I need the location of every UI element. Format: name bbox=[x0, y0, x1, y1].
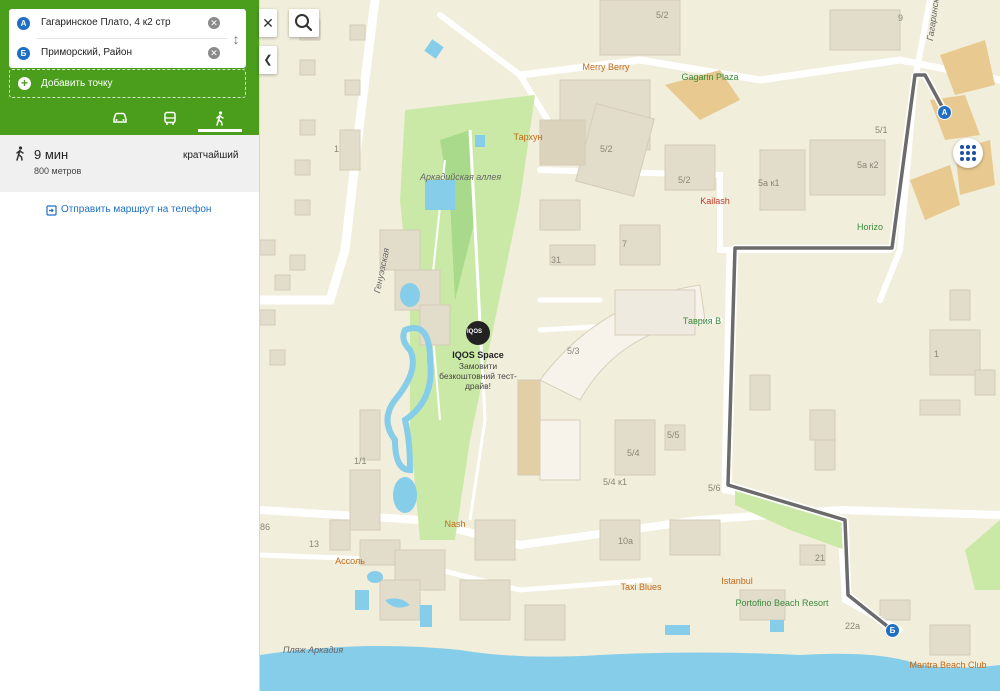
plus-icon: + bbox=[18, 77, 31, 90]
collapse-panel-button[interactable]: ❮ bbox=[259, 46, 277, 74]
building-number: 5/3 bbox=[567, 346, 580, 356]
route-end-marker[interactable]: Б bbox=[885, 623, 900, 638]
poi-nash[interactable]: Nash bbox=[444, 519, 465, 530]
poi-horizo[interactable]: Horizo bbox=[857, 222, 883, 233]
poi-tavria[interactable]: Таврия В bbox=[683, 316, 721, 327]
building-number: 1 bbox=[334, 144, 340, 154]
building-number: 5/5 bbox=[667, 430, 680, 440]
promo-text: Замовити безкоштовний тест-драйв! bbox=[439, 361, 517, 391]
mode-car-tab[interactable] bbox=[98, 106, 142, 132]
poi-iqos-space[interactable]: IQOS Space bbox=[452, 350, 504, 361]
building-number: 1 bbox=[934, 349, 940, 359]
poi-portofino[interactable]: Portofino Beach Resort bbox=[735, 598, 828, 609]
route-tag: кратчайший bbox=[183, 150, 239, 161]
poi-kailash[interactable]: Kailash bbox=[700, 196, 730, 207]
poi-istanbul[interactable]: Istanbul bbox=[721, 576, 753, 587]
building-number: 1/1 bbox=[354, 456, 367, 466]
building-number: 7 bbox=[622, 239, 628, 249]
search-icon bbox=[295, 14, 313, 32]
route-summary[interactable]: 9 мин 800 метров кратчайший bbox=[0, 135, 259, 192]
clear-to-icon[interactable]: ✕ bbox=[208, 47, 220, 59]
building-number: 86 bbox=[260, 522, 271, 532]
building-number: 13 bbox=[309, 539, 320, 549]
building-number: 5а к2 bbox=[857, 160, 879, 170]
send-to-phone-icon bbox=[46, 205, 57, 216]
building-number: 5/4 bbox=[627, 448, 640, 458]
building-number: 5/2 bbox=[600, 144, 613, 154]
add-point-label: Добавить точку bbox=[41, 78, 113, 89]
building-number: 31 bbox=[551, 255, 562, 265]
close-route-button[interactable]: ✕ bbox=[259, 9, 277, 37]
apps-grid-button[interactable] bbox=[953, 138, 983, 168]
walk-icon bbox=[16, 146, 24, 161]
street-arkadiyskaya: Аркадийская аллея bbox=[420, 172, 502, 182]
building-number: 5а к1 bbox=[758, 178, 780, 188]
car-icon bbox=[113, 112, 127, 123]
poi-taxi-blues[interactable]: Taxi Blues bbox=[620, 582, 661, 593]
to-input[interactable]: Приморский, Район bbox=[41, 47, 132, 58]
building-number: 5/6 bbox=[708, 483, 721, 493]
building-number: 22а bbox=[845, 621, 861, 631]
bus-icon bbox=[164, 111, 176, 125]
poi-assol[interactable]: Ассоль bbox=[335, 556, 365, 567]
route-inputs: A Гагаринское Плато, 4 к2 стр ✕ Б Примор… bbox=[9, 9, 246, 68]
building-number: 5/2 bbox=[678, 175, 691, 185]
poi-mantra[interactable]: Mantra Beach Club bbox=[909, 660, 986, 671]
add-point-button[interactable]: + Добавить точку bbox=[9, 69, 246, 98]
point-a-icon: A bbox=[17, 17, 30, 30]
route-start-marker[interactable]: A bbox=[937, 105, 952, 120]
mode-bus-tab[interactable] bbox=[148, 106, 192, 132]
grid-icon bbox=[960, 145, 976, 161]
send-route-link[interactable]: Отправить маршрут на телефон bbox=[61, 204, 211, 215]
poi-tarhun[interactable]: Тархун bbox=[514, 132, 543, 143]
clear-from-icon[interactable]: ✕ bbox=[208, 17, 220, 29]
swap-icon[interactable]: ↕ bbox=[229, 29, 243, 49]
route-distance: 800 метров bbox=[34, 166, 82, 176]
route-time: 9 мин bbox=[34, 147, 69, 162]
point-b-icon: Б bbox=[17, 47, 30, 60]
poi-merry-berry[interactable]: Merry Berry bbox=[583, 62, 630, 73]
to-field[interactable]: Б Приморский, Район ✕ bbox=[9, 39, 224, 68]
mode-walk-tab[interactable] bbox=[198, 106, 242, 132]
route-header: A Гагаринское Плато, 4 к2 стр ✕ Б Примор… bbox=[0, 0, 259, 135]
building-number: 5/1 bbox=[875, 125, 888, 135]
walk-icon bbox=[216, 111, 224, 126]
beach-arkadia: Пляж Аркадия bbox=[283, 645, 344, 655]
from-input[interactable]: Гагаринское Плато, 4 к2 стр bbox=[41, 17, 171, 28]
from-field[interactable]: A Гагаринское Плато, 4 к2 стр ✕ bbox=[9, 9, 224, 38]
search-button[interactable] bbox=[289, 9, 319, 37]
building-number: 21 bbox=[815, 553, 826, 563]
route-panel: A Гагаринское Плато, 4 к2 стр ✕ Б Примор… bbox=[0, 0, 260, 691]
building-number: 5/2 bbox=[656, 10, 669, 20]
building-number: 9 bbox=[898, 13, 904, 23]
poi-gagarin-plaza[interactable]: Gagarin Plaza bbox=[681, 72, 738, 83]
building-number: 5/4 к1 bbox=[603, 477, 627, 487]
building-number: 10а bbox=[618, 536, 634, 546]
